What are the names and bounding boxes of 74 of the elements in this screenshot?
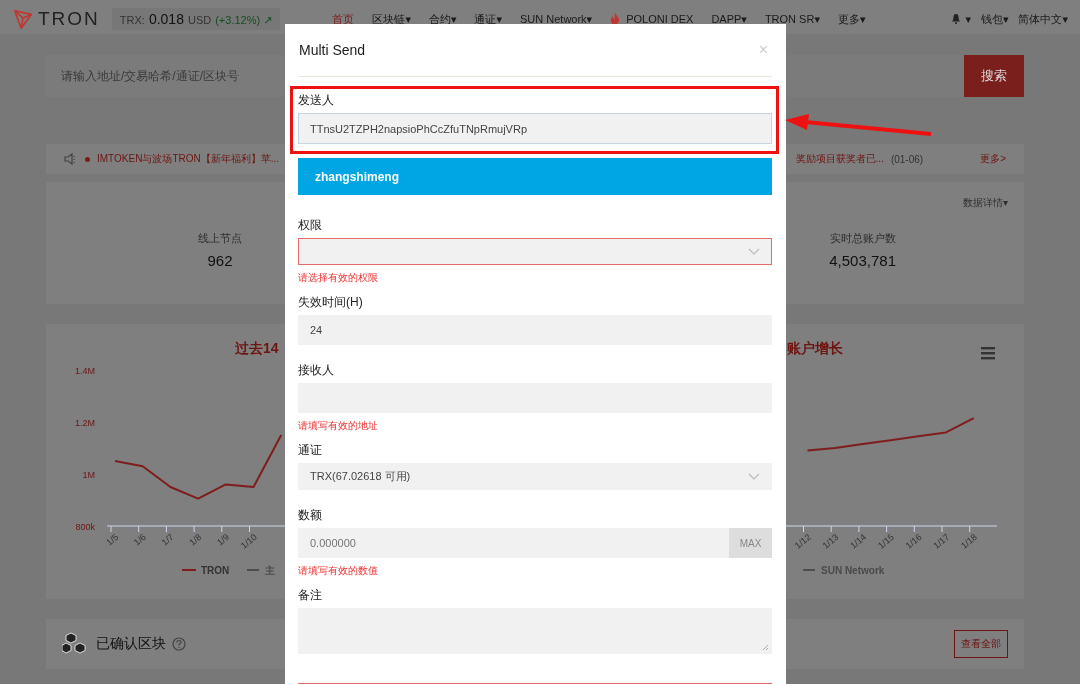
field-label: 数额 xyxy=(298,507,323,522)
note-field[interactable] xyxy=(298,608,772,654)
field-label: 权限 xyxy=(298,217,323,232)
chevron-icon xyxy=(748,247,760,256)
max-button[interactable]: MAX xyxy=(729,528,772,558)
price-ticker: TRX: 0.018 USD (+3.12%) ↗ xyxy=(111,8,281,30)
resize-grip-icon[interactable] xyxy=(761,643,769,651)
field-label: 失效时间(H) xyxy=(298,294,364,309)
axis-label: 1/15 xyxy=(876,531,896,551)
tron-logo[interactable]: TRON xyxy=(12,8,100,30)
nav-link[interactable]: POLONI DEX xyxy=(626,13,694,25)
news-link[interactable]: 奖励项目获奖者已... xyxy=(795,152,884,166)
search-button[interactable]: 搜索 xyxy=(964,55,1024,97)
field-label: 发送人 xyxy=(298,92,335,107)
axis-label: 800k xyxy=(75,522,95,532)
speaker-icon xyxy=(64,153,78,165)
select-field[interactable]: TRX(67.02618 可用) xyxy=(298,463,772,490)
section-title: 已确认区块 xyxy=(96,635,166,653)
details-dropdown[interactable]: 数据详情▾ xyxy=(962,196,1008,210)
axis-label: 1/10 xyxy=(238,531,259,551)
axis-label: 1/8 xyxy=(187,531,204,548)
field-label: 备注 xyxy=(298,587,323,602)
nav-link[interactable]: 首页 xyxy=(332,11,355,27)
stat-value: 962 xyxy=(207,252,233,269)
axis-label: 1/13 xyxy=(820,531,841,551)
bell-icon xyxy=(951,13,962,25)
axis-label: 1M xyxy=(82,470,95,480)
chevron-icon xyxy=(748,472,760,481)
axis-label: 1.4M xyxy=(75,366,95,376)
error-message: 请填写有效的数值 xyxy=(298,564,379,578)
dropdown-menu[interactable]: 钱包▾ xyxy=(980,11,1009,27)
bullet-dot xyxy=(85,156,90,162)
flame-icon xyxy=(610,13,621,25)
menu-icon[interactable] xyxy=(981,347,995,360)
view-all-button[interactable]: 查看全部 xyxy=(954,630,1008,658)
axis-label: 1/7 xyxy=(159,531,176,548)
axis-label: 1/5 xyxy=(104,531,121,548)
help-icon[interactable] xyxy=(172,637,186,651)
news-date: (01-06) xyxy=(890,153,924,165)
error-message: 请选择有效的权限 xyxy=(298,271,379,285)
stat-label: 实时总账户数 xyxy=(829,231,896,246)
nav-link[interactable]: 合约▾ xyxy=(428,11,457,27)
select-field[interactable] xyxy=(298,238,772,265)
axis-label: 1.2M xyxy=(75,418,95,428)
more-link[interactable]: 更多> xyxy=(980,152,1006,166)
stat-label: 线上节点 xyxy=(198,231,242,246)
modal-title: Multi Send xyxy=(299,42,366,58)
nav-link[interactable]: TRON SR▾ xyxy=(764,12,820,26)
field-label: 通证 xyxy=(298,442,323,457)
nav-link[interactable]: 更多▾ xyxy=(837,11,866,27)
axis-label: 1/18 xyxy=(959,531,979,551)
axis-label: 1/9 xyxy=(215,531,232,548)
axis-label: 1/12 xyxy=(792,531,813,551)
axis-label: 1/14 xyxy=(848,531,869,551)
notifications-menu[interactable]: ▾ xyxy=(951,12,971,26)
field-label: 接收人 xyxy=(298,362,335,377)
amount-field[interactable]: 0.000000 xyxy=(298,528,729,558)
axis-label: 1/16 xyxy=(903,531,924,551)
nav-link[interactable]: SUN Network▾ xyxy=(520,12,593,26)
nav-link[interactable]: 通证▾ xyxy=(474,11,502,27)
axis-label: 1/6 xyxy=(131,531,148,548)
dropdown-menu[interactable]: 简体中文▾ xyxy=(1018,11,1068,27)
error-message: 请填写有效的地址 xyxy=(298,419,379,433)
nav-link[interactable]: DAPP▾ xyxy=(711,12,747,26)
sender-field[interactable]: TTnsU2TZPH2napsioPhCcZfuTNpRmujVRp xyxy=(298,113,772,144)
caret: ▾ xyxy=(965,12,971,26)
chart-title: 账户增长 xyxy=(787,340,843,356)
chart-title: 过去14 xyxy=(235,340,279,356)
account-bar[interactable]: zhangshimeng xyxy=(298,158,772,195)
stat-value: 4,503,781 xyxy=(829,252,896,269)
input-field[interactable]: 24 xyxy=(298,315,772,345)
nav-link[interactable]: 区块链▾ xyxy=(372,11,411,27)
news-link[interactable]: IMTOKEN与波场TRON【新年福利】苹... xyxy=(97,152,280,166)
legend-item[interactable]: TRON xyxy=(201,565,230,576)
